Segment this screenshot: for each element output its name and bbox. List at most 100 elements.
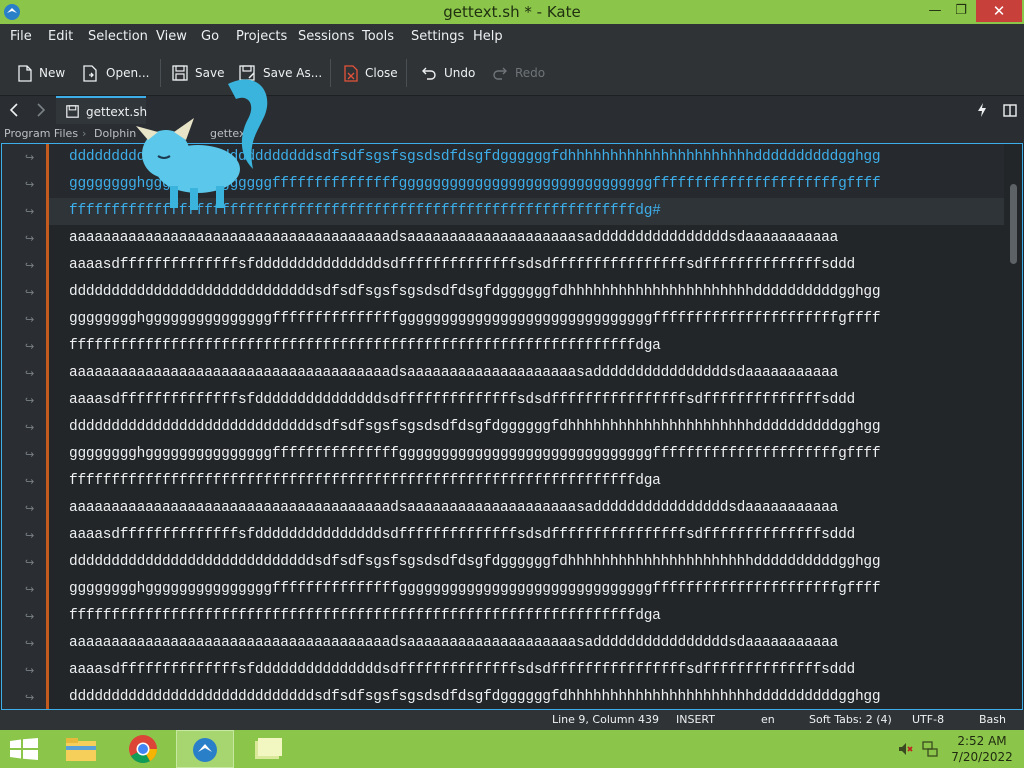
- menu-bar: File Edit Selection View Go Projects Ses…: [0, 24, 1024, 50]
- new-document-icon: [18, 64, 32, 82]
- file-encoding[interactable]: UTF-8: [912, 713, 944, 726]
- wrap-indicator-icon: ↪: [25, 232, 35, 245]
- scrollbar-thumb[interactable]: [1010, 184, 1017, 264]
- code-line[interactable]: aaaaaaaaaaaaaaaaaaaaaaaaaaaaaaaaaaaaaads…: [69, 360, 1004, 387]
- wrap-indicator-icon: ↪: [25, 259, 35, 272]
- kate-taskbar-item[interactable]: [176, 730, 234, 768]
- code-line[interactable]: dddddddddddddddddddddddddddddsdfsdfsgsfs…: [69, 684, 1004, 711]
- dictionary-language[interactable]: en: [761, 713, 775, 726]
- menu-settings[interactable]: Settings: [411, 29, 464, 44]
- toolbar-separator: [406, 59, 407, 87]
- notes-taskbar-item[interactable]: [240, 730, 296, 768]
- close-document-label: Close: [365, 66, 398, 80]
- kate-icon: [193, 738, 217, 762]
- code-line[interactable]: aaaasdffffffffffffffsfdddddddddddddddsdf…: [69, 522, 1004, 549]
- chrome-taskbar-item[interactable]: [116, 730, 172, 768]
- maximize-button[interactable]: ❐: [946, 0, 976, 22]
- quick-open-icon[interactable]: [977, 103, 987, 117]
- code-line[interactable]: gggggggghgggggggggggggggfffffffffffffffg…: [69, 441, 1004, 468]
- chevron-right-icon[interactable]: [35, 103, 47, 117]
- undo-icon: [422, 67, 436, 80]
- wrap-indicator-icon: ↪: [25, 583, 35, 596]
- code-line[interactable]: ffffffffffffffffffffffffffffffffffffffff…: [69, 603, 1004, 630]
- breadcrumb-program-files[interactable]: Program Files: [4, 127, 78, 140]
- code-line[interactable]: dddddddddddddddddddddddddddddsdfsdfsgsfs…: [69, 414, 1004, 441]
- wrap-indicator-icon: ↪: [25, 286, 35, 299]
- menu-file[interactable]: File: [10, 29, 32, 44]
- code-line[interactable]: aaaasdffffffffffffffsfdddddddddddddddsdf…: [69, 657, 1004, 684]
- wrap-indicator-icon: ↪: [25, 529, 35, 542]
- menu-tools[interactable]: Tools: [362, 29, 394, 44]
- redo-button[interactable]: Redo: [492, 62, 545, 84]
- wrap-indicator-icon: ↪: [25, 502, 35, 515]
- wrap-indicator-icon: ↪: [25, 448, 35, 461]
- code-line[interactable]: gggggggghgggggggggggggggfffffffffffffffg…: [69, 576, 1004, 603]
- modified-line-marker: [46, 144, 49, 709]
- menu-selection[interactable]: Selection: [88, 29, 148, 44]
- code-line[interactable]: aaaaaaaaaaaaaaaaaaaaaaaaaaaaaaaaaaaaaads…: [69, 495, 1004, 522]
- windows-start-icon[interactable]: [10, 738, 38, 760]
- clock-time: 2:52 AM: [957, 734, 1007, 748]
- redo-button-label: Redo: [515, 66, 546, 80]
- vertical-scrollbar[interactable]: [1007, 144, 1021, 709]
- cursor-position[interactable]: Line 9, Column 439: [552, 713, 659, 726]
- toolbar-separator: [330, 59, 331, 87]
- wrap-indicator-icon: ↪: [25, 178, 35, 191]
- code-line[interactable]: aaaaaaaaaaaaaaaaaaaaaaaaaaaaaaaaaaaaaads…: [69, 225, 1004, 252]
- close-window-button[interactable]: ✕: [976, 0, 1022, 22]
- menu-sessions[interactable]: Sessions: [298, 29, 354, 44]
- code-line[interactable]: aaaasdffffffffffffffsfdddddddddddddddsdf…: [69, 387, 1004, 414]
- new-button-label: New: [39, 66, 66, 80]
- speaker-muted-icon[interactable]: [898, 742, 914, 756]
- wrap-indicator-icon: ↪: [25, 367, 35, 380]
- status-bar: Line 9, Column 439 INSERT en Soft Tabs: …: [0, 710, 1024, 730]
- menu-view[interactable]: View: [156, 29, 187, 44]
- menu-help[interactable]: Help: [473, 29, 503, 44]
- mascot-sticker-icon: [136, 79, 268, 210]
- indentation-settings[interactable]: Soft Tabs: 2 (4): [809, 713, 892, 726]
- folder-icon: [66, 738, 96, 761]
- file-explorer-taskbar-item[interactable]: [52, 730, 108, 768]
- wrap-indicator-icon: ↪: [25, 340, 35, 353]
- editor-view[interactable]: ↪ dddddddddddddddddddddddddddddsdfsdfsgsf…: [1, 79, 1023, 711]
- wrap-indicator-icon: ↪: [25, 313, 35, 326]
- open-document-icon: [83, 64, 97, 82]
- breadcrumb-separator-icon: ›: [82, 127, 87, 140]
- close-document-icon: [344, 64, 358, 82]
- wrap-indicator-icon: ↪: [25, 610, 35, 623]
- network-icon[interactable]: [922, 741, 938, 757]
- close-document-button[interactable]: Close: [344, 62, 398, 84]
- chevron-left-icon[interactable]: [8, 103, 20, 117]
- menu-edit[interactable]: Edit: [48, 29, 73, 44]
- code-line[interactable]: ffffffffffffffffffffffffffffffffffffffff…: [69, 333, 1004, 360]
- code-line[interactable]: gggggggghgggggggggggggggfffffffffffffffg…: [69, 306, 1004, 333]
- menu-projects[interactable]: Projects: [236, 29, 287, 44]
- split-view-icon[interactable]: [1003, 104, 1017, 117]
- code-line[interactable]: aaaasdffffffffffffffsfdddddddddddddddsdf…: [69, 252, 1004, 279]
- undo-button-label: Undo: [444, 66, 476, 80]
- wrap-indicator-icon: ↪: [25, 637, 35, 650]
- new-button[interactable]: New: [18, 62, 65, 84]
- chrome-icon: [129, 735, 157, 763]
- wrap-indicator-icon: ↪: [25, 664, 35, 677]
- save-icon: [66, 105, 79, 118]
- wrap-indicator-icon: ↪: [25, 151, 35, 164]
- syntax-mode[interactable]: Bash: [979, 713, 1006, 726]
- undo-button[interactable]: Undo: [421, 62, 475, 84]
- window-title: gettext.sh * - Kate: [443, 3, 581, 21]
- code-line[interactable]: aaaaaaaaaaaaaaaaaaaaaaaaaaaaaaaaaaaaaads…: [69, 630, 1004, 657]
- redo-icon: [493, 67, 507, 80]
- menu-go[interactable]: Go: [201, 29, 219, 44]
- system-clock[interactable]: 2:52 AM 7/20/2022: [946, 733, 1018, 765]
- title-bar: gettext.sh * - Kate — ❐ ✕: [0, 0, 1024, 24]
- clock-date: 7/20/2022: [951, 750, 1013, 764]
- code-line[interactable]: dddddddddddddddddddddddddddddsdfsdfsgsfs…: [69, 549, 1004, 576]
- wrap-indicator-icon: ↪: [25, 475, 35, 488]
- wrap-indicator-icon: ↪: [25, 421, 35, 434]
- wrap-indicator-icon: ↪: [25, 205, 35, 218]
- wrap-indicator-icon: ↪: [25, 691, 35, 704]
- code-line[interactable]: ffffffffffffffffffffffffffffffffffffffff…: [69, 468, 1004, 495]
- line-gutter: [2, 144, 46, 709]
- code-line[interactable]: dddddddddddddddddddddddddddddsdfsdfsgsfs…: [69, 279, 1004, 306]
- input-mode[interactable]: INSERT: [676, 713, 715, 726]
